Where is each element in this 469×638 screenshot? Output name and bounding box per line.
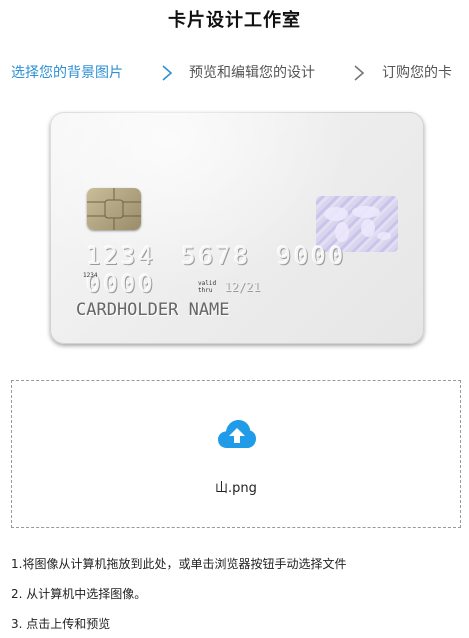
upload-dropzone[interactable]: 山.png <box>11 380 461 528</box>
selected-filename: 山.png <box>215 481 257 496</box>
step-choose-background[interactable]: 选择您的背景图片 <box>11 62 123 82</box>
instruction-3: 3. 点击上传和预览 <box>11 617 111 631</box>
step-preview-edit[interactable]: 预览和编辑您的设计 <box>189 62 315 82</box>
card-number-small: 1234 <box>83 272 98 279</box>
chevron-right-icon <box>352 64 366 82</box>
card-chip-icon <box>87 188 141 230</box>
valid-thru-label: valid thru <box>198 280 216 294</box>
instruction-2: 2. 从计算机中选择图像。 <box>11 587 147 601</box>
card-preview: 1234 5678 9000 0000 1234 valid thru 12/2… <box>50 112 424 344</box>
thru-label: thru <box>198 287 213 294</box>
valid-label: valid <box>198 280 217 287</box>
card-expiry: 12/21 <box>224 280 261 294</box>
chevron-right-icon <box>160 64 174 82</box>
step-order-card[interactable]: 订购您的卡 <box>382 62 452 82</box>
page-title: 卡片设计工作室 <box>168 10 301 31</box>
cardholder-name: CARDHOLDER NAME <box>76 300 230 320</box>
step-breadcrumb: 选择您的背景图片 预览和编辑您的设计 订购您的卡 <box>0 62 469 86</box>
instruction-1: 1.将图像从计算机拖放到此处，或单击浏览器按钮手动选择文件 <box>11 557 347 571</box>
cloud-upload-icon[interactable] <box>218 419 256 449</box>
